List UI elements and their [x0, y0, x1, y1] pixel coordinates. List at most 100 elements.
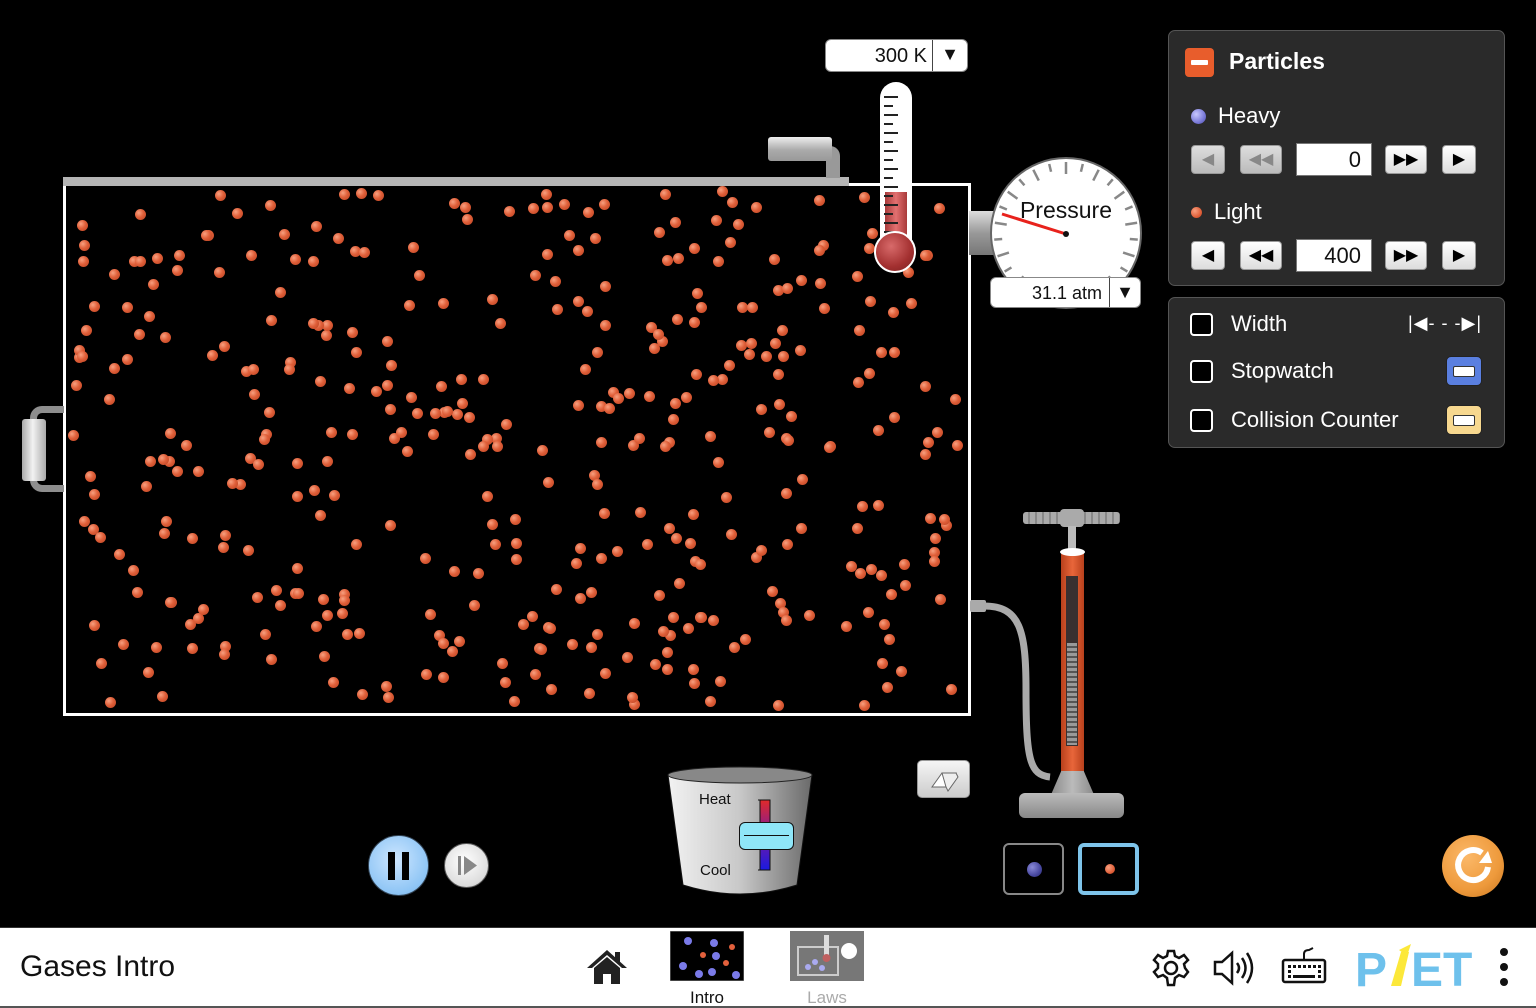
temperature-units-dropdown[interactable]: 300 K ▼ — [825, 39, 968, 72]
light-particle — [919, 449, 931, 461]
light-particle — [696, 302, 708, 314]
light-count-field[interactable]: 400 — [1296, 239, 1372, 272]
light-particle — [252, 459, 264, 471]
collapse-button[interactable] — [1185, 48, 1214, 77]
light-particle — [381, 335, 393, 347]
light-particle — [782, 435, 794, 447]
light-particle — [311, 621, 323, 633]
light-particle — [674, 578, 686, 590]
stopwatch-checkbox-row[interactable]: Stopwatch — [1169, 350, 1504, 390]
heavy-increment-fast-button[interactable]: ▶▶ — [1385, 145, 1427, 174]
intro-tab-label: Intro — [689, 988, 725, 1007]
collision-counter-checkbox[interactable] — [1190, 409, 1213, 432]
light-particle — [782, 539, 794, 551]
light-particle — [653, 226, 665, 238]
light-particle — [585, 642, 597, 654]
step-forward-button[interactable] — [444, 843, 489, 888]
light-particle — [411, 407, 423, 419]
thermometer-tick — [884, 204, 898, 206]
light-particle — [889, 347, 901, 359]
pressure-units-dropdown[interactable]: 31.1 atm ▼ — [990, 277, 1141, 308]
light-particle — [711, 215, 723, 227]
thermometer-tick — [884, 105, 893, 107]
light-particle — [429, 407, 441, 419]
pump-handle-center[interactable] — [1060, 509, 1084, 527]
light-particle — [385, 519, 397, 531]
light-particle — [460, 202, 472, 214]
light-particle — [599, 319, 611, 331]
light-particle — [510, 553, 522, 565]
light-particle — [889, 412, 901, 423]
screen-tab-laws[interactable]: Laws — [790, 931, 864, 1008]
triangle-down-icon[interactable]: ▼ — [941, 44, 959, 65]
width-checkbox-row[interactable]: Width |◀- - -▶| — [1169, 303, 1504, 343]
light-particle — [865, 296, 877, 308]
light-particle — [541, 248, 553, 260]
step-forward-icon — [458, 856, 477, 875]
light-particle — [465, 449, 477, 461]
heavy-count-field[interactable]: 0 — [1296, 143, 1372, 176]
keyboard-icon[interactable] — [1281, 946, 1327, 986]
collision-counter-checkbox-row[interactable]: Collision Counter — [1169, 399, 1504, 439]
heavy-increment-button[interactable]: ▶ — [1442, 145, 1476, 174]
light-particle — [518, 619, 530, 631]
light-particle — [165, 428, 177, 440]
particles-panel: Particles Heavy ◀ ◀◀ 0 ▶▶ ▶ Light ◀ ◀◀ 4… — [1168, 30, 1505, 286]
light-increment-button[interactable]: ▶ — [1442, 241, 1476, 270]
light-decrement-button[interactable]: ◀ — [1191, 241, 1225, 270]
light-particle — [265, 199, 277, 211]
light-particle — [527, 202, 539, 214]
phet-logo[interactable]: P ET — [1355, 942, 1485, 992]
light-particle — [881, 682, 893, 694]
more-options-icon[interactable] — [1496, 946, 1512, 988]
light-particle — [161, 515, 173, 527]
container-lid[interactable] — [63, 177, 849, 186]
light-particle — [550, 583, 562, 595]
home-icon[interactable] — [585, 948, 629, 986]
light-particle — [879, 619, 891, 631]
light-particle — [215, 189, 227, 201]
reset-all-button[interactable] — [1442, 835, 1504, 897]
light-particle — [372, 190, 384, 202]
heavy-species-selector[interactable] — [1003, 843, 1064, 895]
light-species-selector[interactable] — [1078, 843, 1139, 895]
light-particle — [243, 545, 255, 557]
light-decrement-fast-button[interactable]: ◀◀ — [1240, 241, 1282, 270]
pump-cap — [1060, 548, 1085, 556]
light-particle — [109, 269, 121, 281]
heat-cool-slider-thumb[interactable] — [739, 822, 794, 850]
container-width-handle[interactable] — [22, 419, 46, 481]
light-particle — [472, 567, 484, 579]
light-particle — [928, 555, 940, 567]
light-particle — [919, 380, 931, 392]
light-particle — [447, 646, 459, 658]
triangle-down-icon[interactable]: ▼ — [1116, 282, 1134, 303]
sound-icon[interactable] — [1212, 948, 1260, 988]
light-particle — [707, 615, 719, 627]
light-particle — [274, 287, 286, 299]
light-particle — [763, 426, 775, 438]
erase-particles-button[interactable] — [917, 760, 970, 798]
light-particle — [653, 328, 665, 340]
light-increment-fast-button[interactable]: ▶▶ — [1385, 241, 1427, 270]
screen-tab-intro[interactable]: Intro — [669, 930, 745, 1008]
light-particle — [643, 391, 655, 403]
light-particle — [598, 508, 610, 520]
light-particle — [863, 243, 875, 255]
light-particle — [164, 596, 176, 608]
settings-gear-icon[interactable] — [1151, 948, 1191, 988]
light-particle — [590, 233, 602, 245]
heavy-decrement-fast-button[interactable]: ◀◀ — [1240, 145, 1282, 174]
lid-handle[interactable] — [768, 137, 832, 161]
light-particle — [307, 256, 319, 268]
light-particle — [582, 206, 594, 218]
light-particle — [582, 306, 594, 318]
stopwatch-checkbox[interactable] — [1190, 360, 1213, 383]
pause-button[interactable] — [368, 835, 429, 896]
heavy-decrement-button[interactable]: ◀ — [1191, 145, 1225, 174]
light-particle — [949, 393, 961, 405]
width-checkbox[interactable] — [1190, 313, 1213, 336]
light-particle — [930, 533, 942, 545]
light-particle — [756, 403, 768, 415]
light-particle — [575, 542, 587, 554]
